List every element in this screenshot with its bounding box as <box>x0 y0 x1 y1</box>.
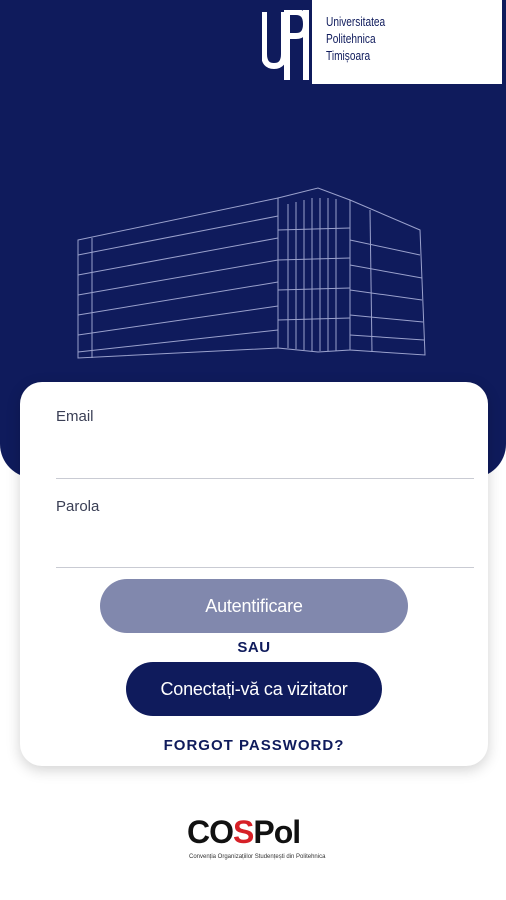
email-field[interactable] <box>56 444 474 479</box>
login-button[interactable]: Autentificare <box>100 579 408 633</box>
password-label: Parola <box>56 498 100 515</box>
password-field[interactable] <box>56 533 474 568</box>
upt-logo-text-box: Universitatea Politehnica Timișoara <box>312 0 502 84</box>
upt-logo: Universitatea Politehnica Timișoara <box>262 0 502 84</box>
cospol-wordmark: COSPol <box>187 814 301 851</box>
forgot-password-link[interactable]: FORGOT PASSWORD? <box>20 737 488 754</box>
separator-text: SAU <box>237 639 271 656</box>
login-card: Email Parola Autentificare SAU Conectați… <box>20 382 488 766</box>
email-label: Email <box>56 408 94 425</box>
cospol-tagline: Convenția Organizațiilor Studențești din… <box>189 854 326 860</box>
logo-line-3: Timișoara <box>326 48 371 63</box>
upt-logo-mark <box>262 10 310 80</box>
logo-line-2: Politehnica <box>326 31 376 46</box>
cospol-accent: S <box>233 814 254 850</box>
cospol-logo: COSPol Convenția Organizațiilor Studențe… <box>183 814 326 864</box>
cospol-prefix: CO <box>187 814 234 850</box>
guest-login-button[interactable]: Conectați-vă ca vizitator <box>126 662 382 716</box>
logo-line-1: Universitatea <box>326 14 386 29</box>
cospol-suffix: Pol <box>253 814 301 850</box>
building-illustration <box>77 187 426 359</box>
